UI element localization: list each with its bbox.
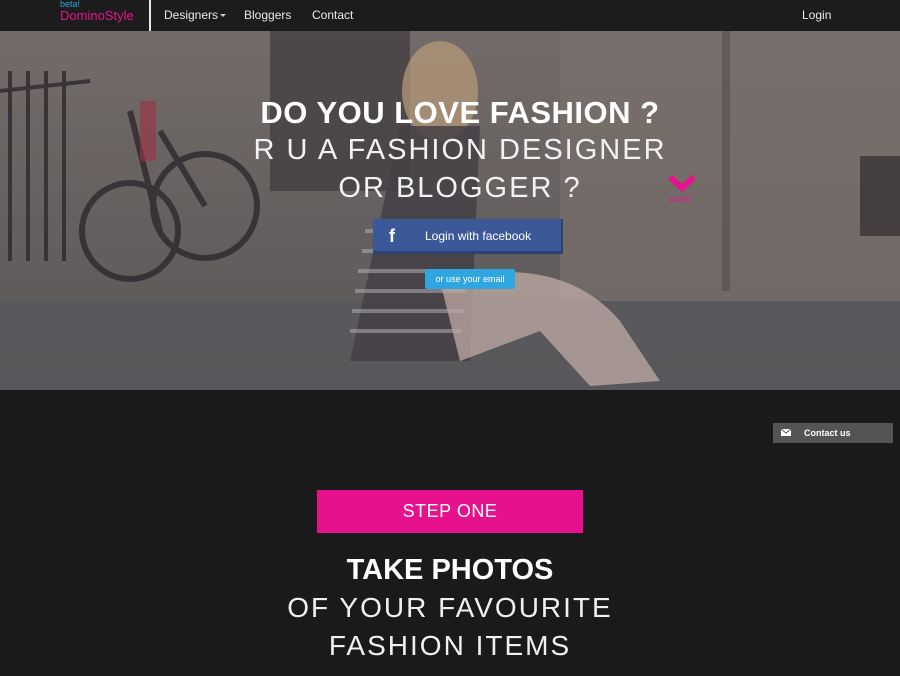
nav-designers-label: Designers xyxy=(164,8,219,22)
facebook-button-label: Login with facebook xyxy=(425,229,532,243)
step-subtitle-line1: OF YOUR FAVOURITE xyxy=(287,592,613,623)
hero-background-photo xyxy=(0,31,900,390)
nav-bloggers-link[interactable]: Bloggers xyxy=(244,0,291,31)
brand-logo[interactable]: beta! DominoStyle xyxy=(60,0,148,31)
nav-contact-link[interactable]: Contact xyxy=(312,0,353,31)
hero-subtitle-line2: OR BLOGGER ? xyxy=(338,172,582,204)
brand-divider xyxy=(149,0,151,31)
hero-subtitle-line1: R U A FASHION DESIGNER xyxy=(253,134,667,166)
caret-down-icon xyxy=(220,14,227,18)
hero-section: DO YOU LOVE FASHION ? R U A FASHION DESI… xyxy=(0,31,900,390)
top-navbar: beta! DominoStyle Designers Bloggers Con… xyxy=(0,0,900,31)
use-email-button[interactable]: or use your email xyxy=(425,269,515,289)
brand-name[interactable]: DominoStyle xyxy=(60,8,134,23)
login-with-facebook-button[interactable]: f Login with facebook xyxy=(373,219,563,254)
scroll-down-link[interactable]: scroll xyxy=(666,174,698,206)
nav-designers-dropdown[interactable]: Designers xyxy=(164,0,227,31)
step-one-badge: STEP ONE xyxy=(317,490,583,533)
chevron-down-icon xyxy=(667,174,697,193)
contact-us-tab[interactable]: Contact us xyxy=(773,423,893,443)
envelope-icon xyxy=(781,429,791,436)
step-title: TAKE PHOTOS xyxy=(346,554,554,586)
nav-login-link[interactable]: Login xyxy=(802,0,831,31)
hero-title: DO YOU LOVE FASHION ? xyxy=(260,95,660,130)
contact-us-label: Contact us xyxy=(804,428,851,438)
step-subtitle-line2: FASHION ITEMS xyxy=(328,630,572,661)
scroll-label: scroll xyxy=(669,194,691,204)
facebook-icon: f xyxy=(389,226,395,246)
